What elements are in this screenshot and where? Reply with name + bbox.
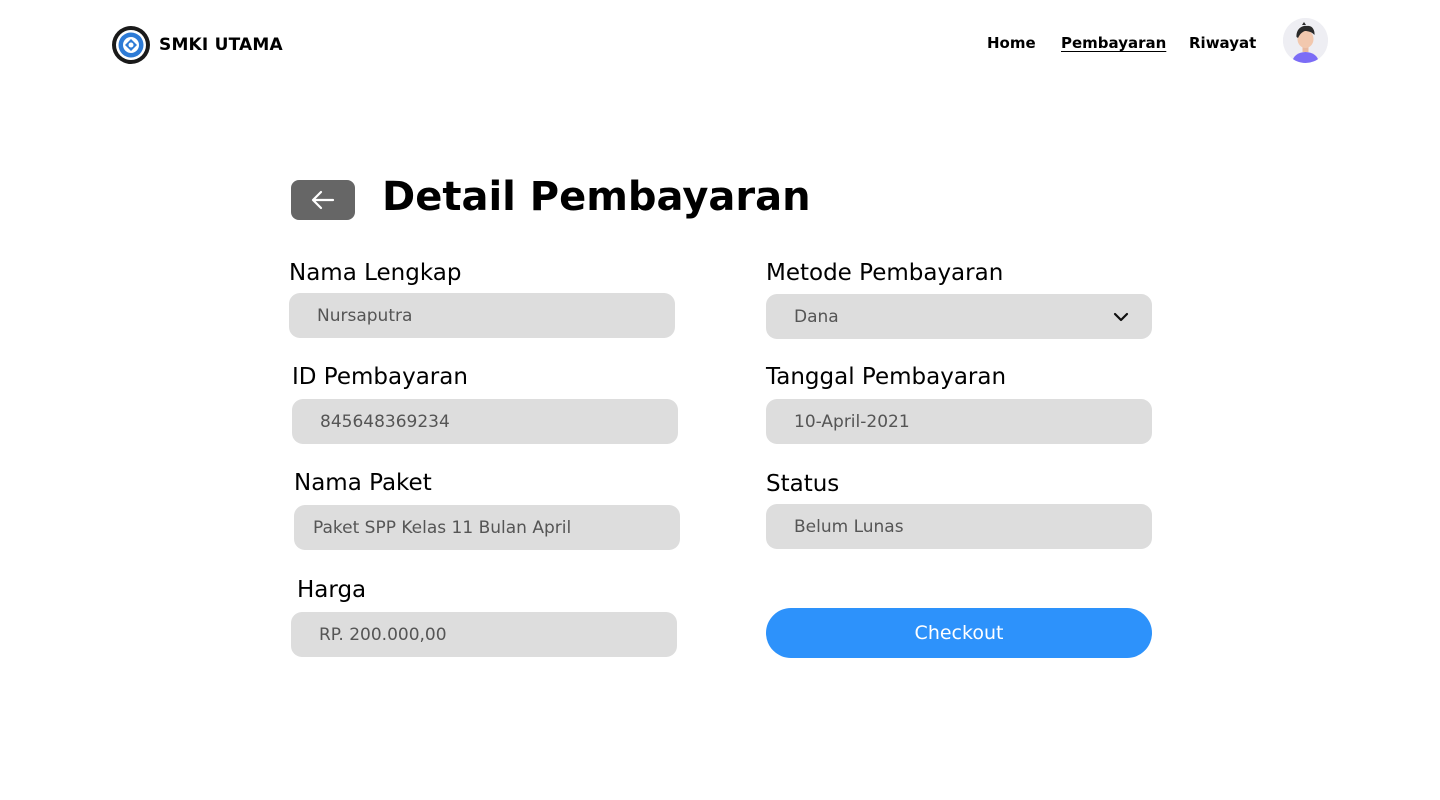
metode-pembayaran-label: Metode Pembayaran (766, 260, 1004, 286)
nav-home[interactable]: Home (987, 34, 1036, 52)
arrow-left-icon (311, 190, 335, 210)
tanggal-pembayaran-field[interactable]: 10-April-2021 (766, 399, 1152, 444)
user-avatar-icon[interactable] (1283, 18, 1328, 63)
id-pembayaran-field[interactable]: 845648369234 (292, 399, 678, 444)
status-label: Status (766, 471, 840, 497)
metode-pembayaran-value: Dana (794, 306, 839, 327)
harga-label: Harga (297, 577, 367, 603)
nama-lengkap-field[interactable]: Nursaputra (289, 293, 675, 338)
id-pembayaran-label: ID Pembayaran (292, 364, 468, 390)
chevron-down-icon (1112, 308, 1130, 326)
nama-lengkap-label: Nama Lengkap (289, 260, 462, 286)
school-emblem-icon (112, 26, 150, 64)
nav-pembayaran[interactable]: Pembayaran (1061, 34, 1166, 52)
back-button[interactable] (291, 180, 355, 220)
brand-name: SMKI UTAMA (159, 35, 283, 55)
nama-paket-field[interactable]: Paket SPP Kelas 11 Bulan April (294, 505, 680, 550)
brand[interactable]: SMKI UTAMA (112, 26, 283, 64)
page-title: Detail Pembayaran (382, 174, 811, 220)
tanggal-pembayaran-label: Tanggal Pembayaran (766, 364, 1007, 390)
status-field[interactable]: Belum Lunas (766, 504, 1152, 549)
page: SMKI UTAMA Home Pembayaran Riwayat Detai… (0, 0, 1440, 800)
harga-field[interactable]: RP. 200.000,00 (291, 612, 677, 657)
metode-pembayaran-select[interactable]: Dana (766, 294, 1152, 339)
nav-riwayat[interactable]: Riwayat (1189, 34, 1256, 52)
checkout-button[interactable]: Checkout (766, 608, 1152, 658)
nama-paket-label: Nama Paket (294, 470, 432, 496)
